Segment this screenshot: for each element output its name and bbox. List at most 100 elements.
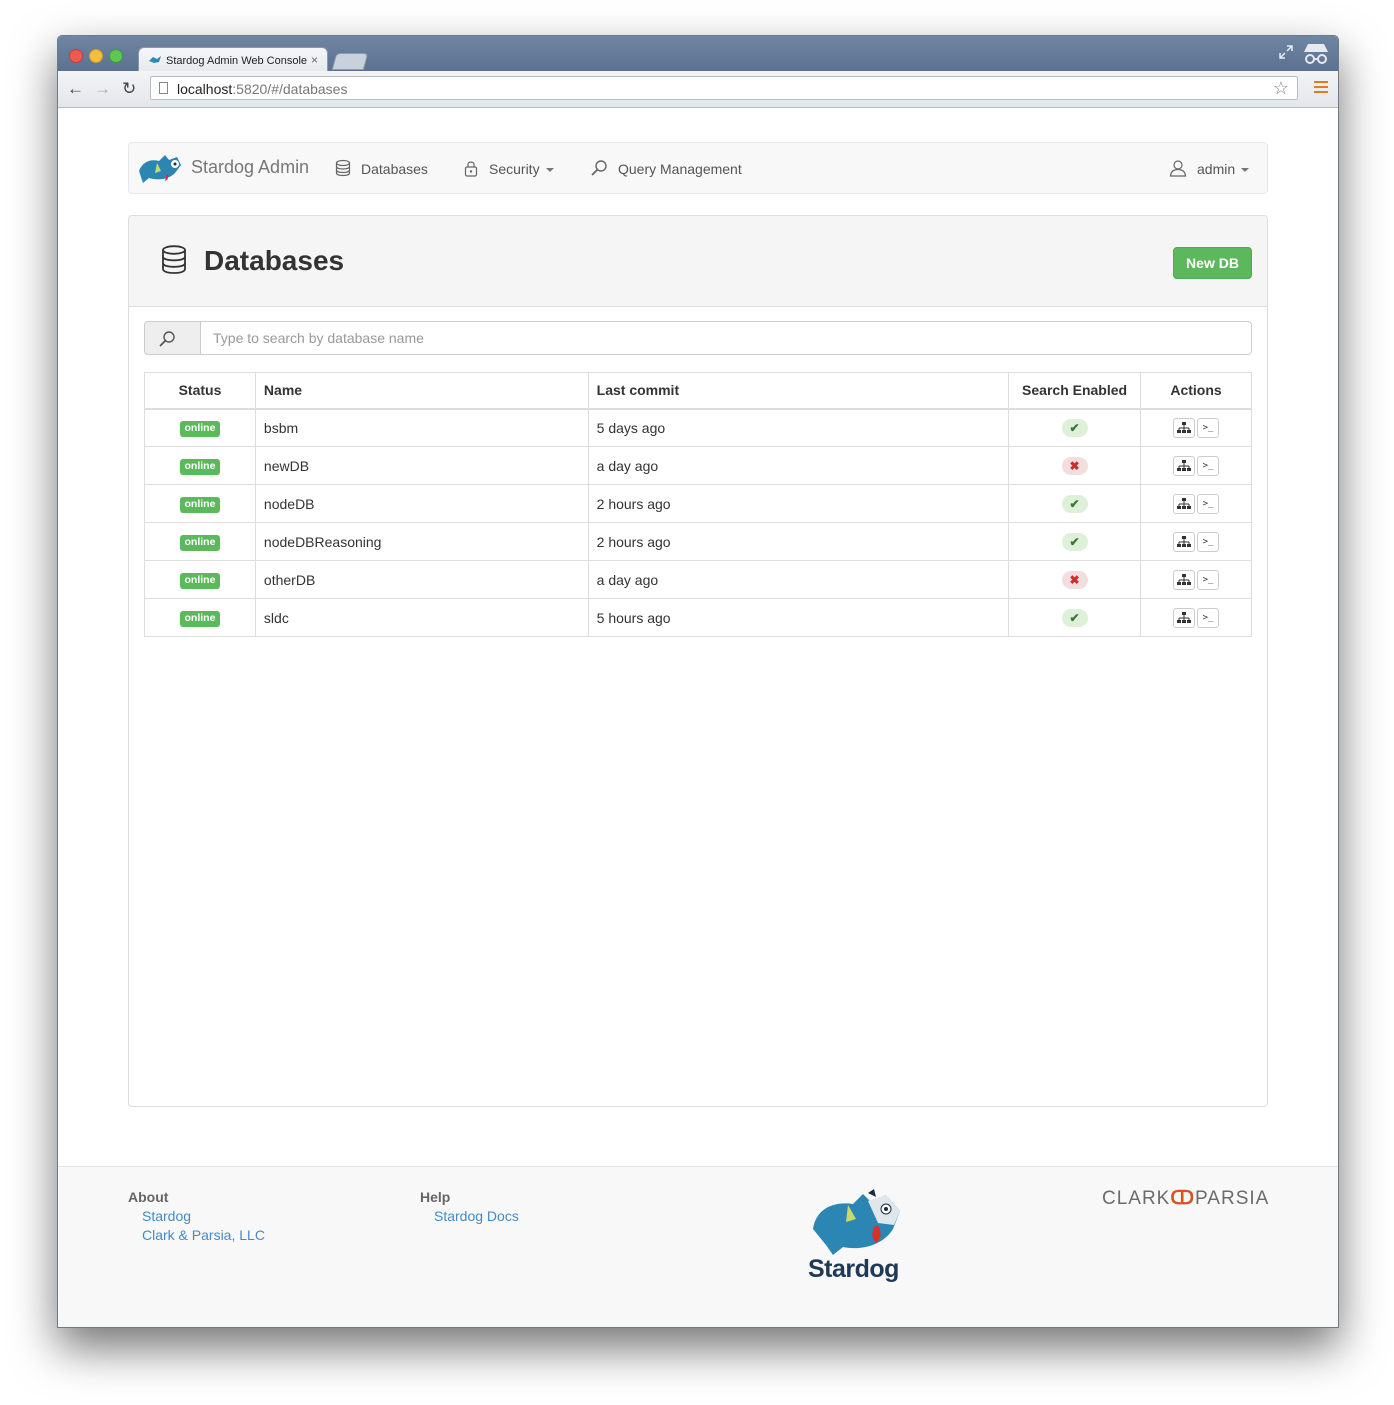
footer-link-stardog[interactable]: Stardog [142,1208,191,1224]
status-badge: online [179,459,221,475]
last-commit-cell: a day ago [587,560,1010,599]
user-icon [1169,160,1187,177]
terminal-button[interactable]: >_ [1197,455,1220,476]
actions-cell: >_ [1140,522,1252,561]
cross-icon: ✖ [1061,456,1088,475]
terminal-button[interactable]: >_ [1197,607,1220,628]
nav-query-management[interactable]: Query Management [590,159,742,177]
top-navbar: Stardog Admin Databases Security Query M… [128,142,1268,194]
tab-close-icon[interactable]: × [311,53,318,67]
status-cell: online [144,484,256,523]
database-search-input[interactable] [200,321,1252,355]
fullscreen-icon[interactable] [1278,44,1294,60]
column-header-search-enabled[interactable]: Search Enabled [1008,372,1142,410]
search-icon [591,160,607,176]
last-commit-cell: 5 hours ago [587,598,1010,637]
database-name-cell[interactable]: sldc [254,598,589,637]
search-enabled-cell: ✔ [1008,484,1142,523]
minimize-window-button[interactable] [89,49,103,63]
footer-link-clark-parsia[interactable]: Clark & Parsia, LLC [142,1227,265,1243]
terminal-button[interactable]: >_ [1197,417,1220,438]
stardog-wordmark: Stardog [808,1255,899,1283]
cp-right: PARSIA [1195,1188,1270,1209]
title-bar: Stardog Admin Web Console × [58,36,1338,72]
sitemap-icon [1177,497,1192,509]
terminal-icon: >_ [1202,536,1214,547]
nav-databases[interactable]: Databases [335,159,428,177]
cp-mark-icon: ↀ [1170,1188,1196,1209]
column-header-last-commit[interactable]: Last commit [587,372,1010,410]
chevron-down-icon [1241,168,1250,172]
browser-tab[interactable]: Stardog Admin Web Console × [138,47,328,72]
sitemap-button[interactable] [1173,417,1196,438]
database-name-cell[interactable]: bsbm [254,408,589,447]
actions-cell: >_ [1140,560,1252,599]
sitemap-button[interactable] [1173,531,1196,552]
sitemap-button[interactable] [1173,455,1196,476]
search-icon [159,331,175,347]
last-commit-cell: 5 days ago [587,408,1010,447]
actions-cell: >_ [1140,598,1252,637]
database-name-cell[interactable]: nodeDB [254,484,589,523]
url-text[interactable]: localhost:5820/#/databases [177,81,347,97]
table-header-row: Status Name Last commit Search Enabled A… [144,372,1252,410]
database-name-cell[interactable]: newDB [254,446,589,485]
nav-databases-label: Databases [361,161,428,177]
brand-title: Stardog Admin [191,157,310,177]
clark-parsia-logo: CLARKↀPARSIA [1102,1187,1269,1210]
database-name-cell[interactable]: otherDB [254,560,589,599]
database-name-cell[interactable]: nodeDBReasoning [254,522,589,561]
chevron-down-icon [545,168,554,172]
tab-title: Stardog Admin Web Console [166,55,308,67]
nav-security-label: Security [489,161,540,177]
terminal-icon: >_ [1202,460,1214,471]
cp-left: CLARK [1102,1188,1171,1209]
stardog-logo-icon [139,155,181,183]
database-icon [162,245,186,274]
status-badge: online [179,535,221,551]
user-menu-label: admin [1197,161,1236,177]
table-row: online otherDB a day ago ✖ >_ [144,560,1252,599]
last-commit-cell: 2 hours ago [587,484,1010,523]
check-icon: ✔ [1061,608,1088,627]
footer: About Stardog Clark & Parsia, LLC Help S… [58,1166,1338,1327]
column-header-actions: Actions [1140,372,1252,410]
check-icon: ✔ [1061,494,1088,513]
sitemap-button[interactable] [1173,607,1196,628]
actions-cell: >_ [1140,408,1252,447]
search-enabled-cell: ✔ [1008,522,1142,561]
browser-window: Stardog Admin Web Console × ← → ↻ localh… [57,35,1339,1328]
sitemap-button[interactable] [1173,493,1196,514]
reload-button[interactable]: ↻ [122,80,136,98]
table-row: online nodeDB 2 hours ago ✔ >_ [144,484,1252,523]
terminal-button[interactable]: >_ [1197,531,1220,552]
column-header-name[interactable]: Name [254,372,589,410]
back-button[interactable]: ← [67,80,84,98]
search-enabled-cell: ✖ [1008,446,1142,485]
terminal-button[interactable]: >_ [1197,493,1220,514]
sitemap-icon [1177,535,1192,547]
terminal-button[interactable]: >_ [1197,569,1220,590]
sitemap-button[interactable] [1173,569,1196,590]
zoom-window-button[interactable] [109,49,123,63]
user-menu[interactable]: admin [1169,159,1250,177]
search-addon [144,321,201,355]
databases-panel: Databases New DB Status [128,215,1268,1107]
table-row: online newDB a day ago ✖ >_ [144,446,1252,485]
footer-link-stardog-docs[interactable]: Stardog Docs [434,1208,519,1224]
bookmark-star-icon[interactable]: ☆ [1273,78,1289,99]
nav-security[interactable]: Security [463,159,554,177]
status-cell: online [144,598,256,637]
close-window-button[interactable] [69,49,83,63]
terminal-icon: >_ [1202,612,1214,623]
new-db-button[interactable]: New DB [1173,247,1252,279]
forward-button[interactable]: → [94,80,111,98]
browser-menu-icon[interactable] [1314,81,1328,96]
nav-query-management-label: Query Management [618,161,742,177]
address-bar[interactable]: localhost:5820/#/databases ☆ [150,76,1298,100]
new-tab-button[interactable] [331,53,369,70]
database-icon [335,159,351,177]
search-enabled-cell: ✔ [1008,408,1142,447]
column-header-status[interactable]: Status [144,372,256,410]
status-badge: online [179,611,221,627]
